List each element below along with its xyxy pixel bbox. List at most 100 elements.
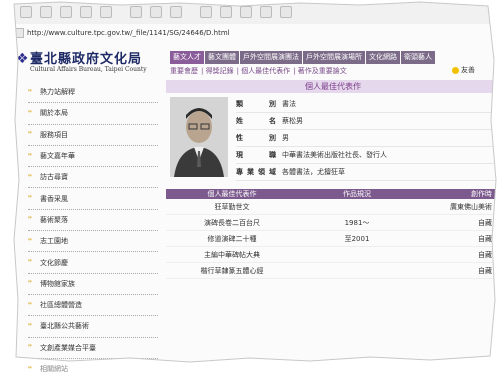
tab-talent[interactable]: 藝文人才 bbox=[170, 51, 204, 64]
info-key: 類別 bbox=[236, 100, 276, 108]
sidebar-item[interactable]: ❜❜ 博物館家族 bbox=[28, 274, 158, 295]
bullet-icon: ❜❜ bbox=[28, 259, 32, 267]
header-status: 作品規況 bbox=[343, 190, 371, 198]
sidebar-label: 服務項目 bbox=[40, 130, 68, 139]
sidebar-label: 社區總體營造 bbox=[40, 301, 82, 310]
header-date: 創作時 bbox=[471, 190, 492, 198]
info-row: 姓名 蔡松男 bbox=[236, 113, 500, 130]
sidebar: ❜❜ 熱力站解稈 ❜❜ 關於本局 ❜❜ 服務項目 ❜❜ 藝文嘉年華 ❜❜ 訪古尋寶 ❜❜ 書… bbox=[28, 82, 158, 379]
friendly-link[interactable]: 友善 bbox=[452, 65, 475, 75]
home-icon[interactable] bbox=[100, 6, 112, 18]
tab-outdoor-venues[interactable]: 戶外空間展演場所 bbox=[303, 51, 365, 64]
back-icon[interactable] bbox=[20, 6, 32, 18]
info-value: 男 bbox=[282, 134, 289, 142]
sidebar-label: 志工園地 bbox=[40, 237, 68, 246]
section-title: 個人最佳代表作 bbox=[166, 80, 500, 93]
info-value: 書法 bbox=[282, 100, 296, 108]
table-header: 個人最佳代表作 作品規況 創作時 bbox=[166, 189, 500, 199]
sub-navigation: 重要會歷 | 得獎記錄 | 個人最佳代表作 | 著作及重要論文 bbox=[170, 67, 347, 75]
sidebar-item[interactable]: ❜❜ 相關網站 bbox=[28, 359, 158, 379]
table-row: 狂草勤世文 廣東佛山美術 bbox=[166, 199, 500, 215]
cell-work: 修道演碑二十種 bbox=[207, 234, 257, 243]
info-value: 中華書法美術出版社社長、發行人 bbox=[282, 151, 387, 159]
sidebar-item[interactable]: ❜❜ 藝文嘉年華 bbox=[28, 146, 158, 168]
info-row: 類別 書法 bbox=[236, 96, 500, 113]
table-row: 楷行草隸篆五體心經 自藏 bbox=[166, 263, 500, 279]
cell-date: 自藏 bbox=[478, 266, 492, 275]
sidebar-label: 書香采風 bbox=[40, 194, 68, 203]
bullet-icon: ❜❜ bbox=[28, 216, 32, 224]
site-logo[interactable]: ❖ 臺北縣政府文化局 Cultural Affairs Bureau, Taip… bbox=[14, 46, 164, 76]
sidebar-label: 文創產業媒合平臺 bbox=[40, 343, 96, 352]
tab-culture-network[interactable]: 文化網路 bbox=[366, 51, 400, 64]
sidebar-item[interactable]: ❜❜ 服務項目 bbox=[28, 125, 158, 146]
artist-photo bbox=[170, 97, 228, 177]
tab-outdoor-rules[interactable]: 戶外空間展演團法 bbox=[240, 51, 302, 64]
address-bar[interactable]: http://www.culture.tpc.gov.tw/_file/1141… bbox=[14, 28, 484, 39]
table-row: 主編中華碑帖大典 自藏 bbox=[166, 247, 500, 263]
sidebar-label: 臺北縣公共藝術 bbox=[40, 322, 89, 331]
sidebar-label: 博物館家族 bbox=[40, 279, 75, 288]
tab-street-artists[interactable]: 衛頭藝人 bbox=[401, 51, 435, 64]
subnav-awards[interactable]: 得獎記錄 bbox=[206, 67, 234, 75]
bullet-icon: ❜❜ bbox=[28, 344, 32, 352]
sidebar-item[interactable]: ❜❜ 訪古尋寶 bbox=[28, 167, 158, 189]
favorites-icon[interactable] bbox=[150, 6, 162, 18]
browser-frame: http://www.culture.tpc.gov.tw/_file/1141… bbox=[0, 0, 500, 373]
info-key: 現職 bbox=[236, 151, 276, 159]
print-icon[interactable] bbox=[220, 6, 232, 18]
sidebar-item[interactable]: ❜❜ 社區總體營造 bbox=[28, 295, 158, 317]
bullet-icon: ❜❜ bbox=[28, 237, 32, 245]
header-work: 個人最佳代表作 bbox=[207, 190, 257, 198]
info-row: 現職 中華書法美術出版社社長、發行人 bbox=[236, 147, 500, 164]
cell-date: 自藏 bbox=[478, 218, 492, 227]
bullet-icon: ❜❜ bbox=[28, 88, 32, 96]
sidebar-item[interactable]: ❜❜ 臺北縣公共藝術 bbox=[28, 316, 158, 338]
logo-zh: 臺北縣政府文化局 bbox=[30, 52, 143, 67]
bullet-icon: ❜❜ bbox=[28, 195, 32, 203]
cell-work: 演碑長卷二百台尺 bbox=[204, 218, 260, 227]
messenger-icon[interactable] bbox=[280, 6, 292, 18]
cell-work: 主編中華碑帖大典 bbox=[204, 250, 260, 259]
portrait-image bbox=[170, 97, 228, 177]
sidebar-item[interactable]: ❜❜ 藝術聚落 bbox=[28, 210, 158, 232]
forward-icon[interactable] bbox=[40, 6, 52, 18]
info-key: 姓名 bbox=[236, 117, 276, 125]
works-table: 個人最佳代表作 作品規況 創作時 狂草勤世文 廣東佛山美術 演碑長卷二百台尺 1… bbox=[166, 189, 500, 279]
bullet-icon: ❜❜ bbox=[28, 109, 32, 117]
search-icon[interactable] bbox=[130, 6, 142, 18]
bullet-icon: ❜❜ bbox=[28, 322, 32, 330]
main-tabs: 藝文人才 藝文團體 戶外空間展演團法 戶外空間展演場所 文化網路 衛頭藝人 bbox=[170, 51, 436, 64]
info-row: 專業領域 各體書法，尤擅狂草 bbox=[236, 164, 500, 181]
cell-date: 自藏 bbox=[478, 234, 492, 243]
edit-icon[interactable] bbox=[240, 6, 252, 18]
sidebar-item[interactable]: ❜❜ 文化節慶 bbox=[28, 252, 158, 274]
tab-groups[interactable]: 藝文團體 bbox=[205, 51, 239, 64]
subnav-best-works[interactable]: 個人最佳代表作 bbox=[241, 67, 290, 75]
stop-icon[interactable] bbox=[60, 6, 72, 18]
sidebar-item[interactable]: ❜❜ 志工園地 bbox=[28, 231, 158, 253]
discuss-icon[interactable] bbox=[260, 6, 272, 18]
history-icon[interactable] bbox=[170, 6, 182, 18]
sidebar-item[interactable]: ❜❜ 關於本局 bbox=[28, 103, 158, 125]
sidebar-label: 關於本局 bbox=[40, 109, 68, 118]
sidebar-label: 相關網站 bbox=[40, 365, 68, 373]
subnav-publications[interactable]: 著作及重要論文 bbox=[298, 67, 347, 75]
logo-emblem-icon: ❖ bbox=[16, 51, 29, 67]
table-row: 演碑長卷二百台尺 1981～ 自藏 bbox=[166, 215, 500, 231]
mail-icon[interactable] bbox=[200, 6, 212, 18]
sidebar-label: 文化節慶 bbox=[40, 258, 68, 267]
sidebar-label: 熱力站解稈 bbox=[40, 88, 75, 97]
refresh-icon[interactable] bbox=[80, 6, 92, 18]
info-key: 專業領域 bbox=[236, 168, 276, 176]
info-key: 性別 bbox=[236, 134, 276, 142]
cell-date: 廣東佛山美術 bbox=[450, 202, 492, 211]
bullet-icon: ❜❜ bbox=[28, 365, 32, 373]
info-value: 各體書法，尤擅狂草 bbox=[282, 168, 345, 176]
sidebar-item[interactable]: ❜❜ 熱力站解稈 bbox=[28, 82, 158, 104]
subnav-history[interactable]: 重要會歷 bbox=[170, 67, 198, 75]
sidebar-item[interactable]: ❜❜ 書香采風 bbox=[28, 188, 158, 210]
sidebar-item[interactable]: ❜❜ 文創產業媒合平臺 bbox=[28, 338, 158, 359]
cell-date: 自藏 bbox=[478, 250, 492, 259]
page-icon bbox=[14, 28, 24, 38]
